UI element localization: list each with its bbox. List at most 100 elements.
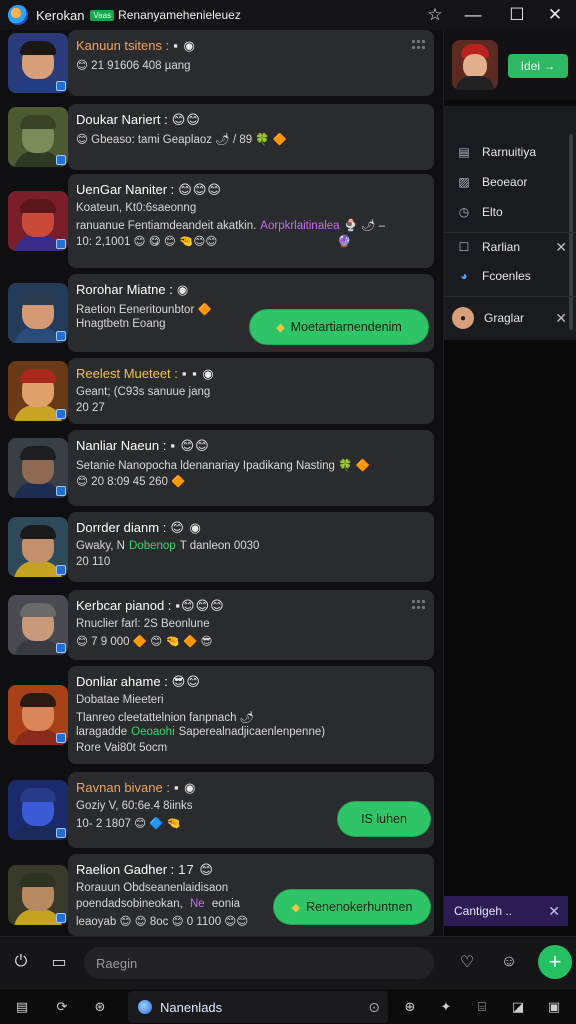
message-text: Rore Vai80t 5ocm xyxy=(76,742,168,754)
message-bubble[interactable]: Kerbcar pianod : ▪😊😊😊 Rnuclier farl: 2S Be… xyxy=(68,590,434,660)
chat-icon[interactable]: ▣ xyxy=(544,997,564,1017)
avatar-hair xyxy=(20,446,56,460)
compass-icon[interactable]: ⊕ xyxy=(400,997,420,1017)
contact-avatar[interactable] xyxy=(8,107,68,167)
chat-row[interactable]: Nanliar Naeun : ▪ 😊😊 Setanie Nanopocha lde… xyxy=(0,430,442,506)
book-icon[interactable]: ▭ xyxy=(46,949,72,975)
star-icon[interactable]: ☆ xyxy=(414,0,456,30)
image-edit-icon[interactable]: ◪ xyxy=(508,997,528,1017)
bottom-item[interactable]: Cantigeh .. ✕ xyxy=(444,896,568,926)
message-text: Tlanreo cleetattelnion fanpnach 🌶 xyxy=(76,712,255,724)
close-icon[interactable]: ✕ xyxy=(555,239,567,256)
add-button[interactable]: Idei → xyxy=(508,54,568,78)
contact-name: Doukar Nariert : xyxy=(76,112,168,127)
message-text: ranuanue Fentiamdeandeit akatkin. xyxy=(76,220,257,232)
message-bubble[interactable]: Kanuun tsitens : ▪ ◉ 😊 21 91606 408 µang xyxy=(68,30,434,96)
menu-item-beoeaor[interactable]: ▨ Beoeaor xyxy=(444,168,576,196)
menu-item-label: Rarnuitiya xyxy=(482,145,537,159)
message-bubble[interactable]: Reelest Mueteet : ▪ ▪ ◉ Geant; (C93s sanuu… xyxy=(68,358,434,424)
quick-reply-button[interactable]: IS luhen xyxy=(338,802,430,836)
right-panel: Idei → ▤ Rarnuitiya ▨ Beoeaor ◷ Elto ☐ R… xyxy=(443,30,576,936)
message-bubble[interactable]: Doukar Nariert : 😊😊 😊 Gbeaso: tami Geaplao… xyxy=(68,104,434,170)
message-line: Koateun, Kt0:6saeonng xyxy=(76,202,196,214)
app-icon xyxy=(138,1000,152,1014)
message-line: Geant; (C93s sanuue jang xyxy=(76,386,210,398)
contact-avatar[interactable] xyxy=(8,595,68,655)
close-icon[interactable]: ✕ xyxy=(555,310,567,327)
message-bubble[interactable]: Dorrder dianm : 😊 ◉ Gwaky, N Dobenop T danle… xyxy=(68,512,434,582)
message-text: Raetion Eeneritounbtor 🔶 xyxy=(76,304,212,316)
gamepad-icon[interactable]: ⊛ xyxy=(90,997,110,1017)
message-input[interactable]: Raegin xyxy=(84,947,434,979)
avatar-body xyxy=(14,729,62,745)
avatar-body xyxy=(14,561,62,577)
menu-item-graglar[interactable]: ● Graglar ✕ xyxy=(444,304,576,332)
contact-avatar[interactable] xyxy=(8,191,68,251)
chat-row[interactable]: Reelest Mueteet : ▪ ▪ ◉ Geant; (C93s sanuu… xyxy=(0,358,442,424)
message-bubble[interactable]: UenGar Naniter : 😊😊😊 Koateun, Kt0:6saeonng… xyxy=(68,174,434,268)
contact-avatar[interactable] xyxy=(8,780,68,840)
verified-badge-icon xyxy=(56,733,66,743)
chat-row[interactable]: Dorrder dianm : 😊 ◉ Gwaky, N Dobenop T danle… xyxy=(0,512,442,582)
bottom-item-label: Cantigeh .. xyxy=(454,904,513,918)
contact-avatar[interactable] xyxy=(8,865,68,925)
more-options-icon[interactable] xyxy=(412,40,426,50)
contact-avatar[interactable] xyxy=(8,361,68,421)
heart-icon[interactable]: ♡ xyxy=(454,949,480,975)
maximize-icon[interactable]: ☐ xyxy=(496,0,538,30)
reply-icon: ◆ xyxy=(276,321,285,334)
globe-icon: ◕ xyxy=(460,269,468,283)
calendar-icon[interactable]: ▤ xyxy=(12,997,32,1017)
app-logo-icon xyxy=(8,5,28,25)
highlighted-text: Aorpkrlaitinalea xyxy=(260,220,340,232)
chat-row[interactable]: Doukar Nariert : 😊😊 😊 Gbeaso: tami Geaplao… xyxy=(0,104,442,170)
message-line: 😊 Gbeaso: tami Geaplaoz 🌶 / 89 🍀 🔶 xyxy=(76,132,287,146)
contact-name-line: Nanliar Naeun : ▪ 😊😊 xyxy=(76,438,210,454)
contact-avatar[interactable] xyxy=(8,438,68,498)
message-bubble[interactable]: Donliar ahame : 😎😊 Dobatae Mieeteri Tlanreo… xyxy=(68,666,434,764)
refresh-icon[interactable]: ⟳ xyxy=(52,997,72,1017)
contact-avatar[interactable] xyxy=(8,33,68,93)
menu-item-rarnuitiya[interactable]: ▤ Rarnuitiya xyxy=(444,138,576,166)
menu-item-fcoenles[interactable]: ◕ Fcoenles xyxy=(444,262,576,290)
power-icon[interactable]: ⏻ xyxy=(8,949,34,975)
message-text-tail: Saperealnadjicaenlenpenne) xyxy=(178,726,326,738)
emoji-tail: 🍨 🌶 – xyxy=(343,220,386,232)
sticker-icon[interactable]: ☺ xyxy=(496,949,522,975)
contact-avatar[interactable] xyxy=(8,685,68,745)
chat-row[interactable]: Donliar ahame : 😎😊 Dobatae Mieeteri Tlanreo… xyxy=(0,666,442,764)
chat-row[interactable]: Kerbcar pianod : ▪😊😊😊 Rnuclier farl: 2S Be… xyxy=(0,590,442,660)
quick-reply-button[interactable]: ◆ Renenokerhuntnen xyxy=(274,890,430,924)
more-options-icon[interactable] xyxy=(412,600,426,610)
contact-name-line: Doukar Nariert : 😊😊 xyxy=(76,112,201,128)
menu-item-rarlian[interactable]: ☐ Rarlian ✕ xyxy=(444,233,576,261)
close-icon[interactable]: ✕ xyxy=(548,903,560,920)
chat-row[interactable]: UenGar Naniter : 😊😊😊 Koateun, Kt0:6saeonng… xyxy=(0,174,442,268)
quick-reply-button[interactable]: ◆ Moetartiarnendenim xyxy=(250,310,428,344)
active-task[interactable]: Nanenlads ⊙ xyxy=(128,991,388,1023)
active-task-label: Nanenlads xyxy=(160,999,223,1015)
message-text: 😊 7 9 000 🔶 😊 🤏 🔶 😎 xyxy=(76,636,213,648)
chat-row[interactable]: Rorohar Miatne : ◉ Raetion Eeneritounbtor … xyxy=(0,274,442,352)
chat-row[interactable]: Raelion Gadher :17 😊 Rorauun Obdseanenlai… xyxy=(0,854,442,936)
message-text: 10: 2,1001 😊 😋 😊 🤏😊😊 xyxy=(76,236,218,248)
message-text: laragadde xyxy=(76,726,128,738)
plus-icon[interactable]: + xyxy=(538,945,572,979)
contact-name: Kerbcar pianod : xyxy=(76,598,172,613)
puzzle-icon[interactable]: ✦ xyxy=(436,997,456,1017)
chat-row[interactable]: Kanuun tsitens : ▪ ◉ 😊 21 91606 408 µang xyxy=(0,30,442,96)
contact-avatar[interactable] xyxy=(8,517,68,577)
binary-icon[interactable]: ⌸ xyxy=(472,997,492,1017)
verified-badge-icon xyxy=(56,409,66,419)
chat-row[interactable]: Ravnan bivane : ▪ ◉ Goziy V, 60:6e.4 8iink… xyxy=(0,772,442,848)
list-icon: ▤ xyxy=(458,145,470,159)
image-icon: ▨ xyxy=(458,175,470,189)
contact-avatar[interactable] xyxy=(8,283,68,343)
menu-item-label: Graglar xyxy=(484,311,525,325)
menu-item-elto[interactable]: ◷ Elto xyxy=(444,198,576,226)
message-bubble[interactable]: Nanliar Naeun : ▪ 😊😊 Setanie Nanopocha lde… xyxy=(68,430,434,506)
minimize-icon[interactable]: — xyxy=(452,0,494,30)
close-icon[interactable]: ✕ xyxy=(534,0,576,30)
profile-avatar[interactable] xyxy=(452,40,498,90)
settings-icon[interactable]: ⊙ xyxy=(368,999,380,1016)
